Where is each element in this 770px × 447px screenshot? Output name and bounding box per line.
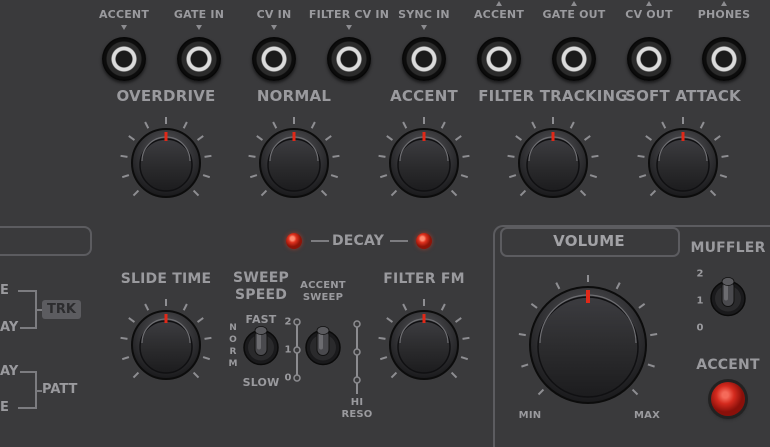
volume-label: VOLUME (553, 232, 625, 250)
input-arrow-icon (271, 25, 277, 30)
hi-reso-label-2: RESO (341, 409, 373, 420)
jack-cv-in[interactable] (252, 37, 296, 81)
input-arrow-icon (196, 25, 202, 30)
knob-label-overdrive: OVERDRIVE (116, 87, 216, 105)
decay-led-right (416, 233, 432, 249)
left-row3-label: AY (0, 364, 19, 379)
jack-label-cv-in: CV IN (256, 8, 292, 21)
accent-sweep-label-1: ACCENT (300, 280, 346, 291)
sweep-speed-label-2: SPEED (234, 287, 288, 303)
slide-time-knob[interactable] (116, 295, 216, 395)
accent-knob[interactable] (374, 113, 474, 213)
knob-label-soft-attack: SOFT ATTACK (625, 87, 741, 105)
accent-sweep-pos-0: 0 (284, 372, 292, 384)
left-row1-label: E (0, 283, 9, 298)
jack-label-filter-cv-in: FILTER CV IN (308, 8, 390, 21)
jack-sync-in[interactable] (402, 37, 446, 81)
accent-sweep-toggle[interactable] (303, 324, 343, 375)
jack-label-sync-in: SYNC IN (398, 8, 450, 21)
left-panel-box (0, 226, 92, 256)
normal-knob[interactable] (244, 113, 344, 213)
accent-button[interactable] (711, 382, 745, 416)
jack-label-gate-in: GATE IN (173, 8, 225, 21)
jack-label-phones: PHONES (697, 8, 751, 21)
jack-gate-out[interactable] (552, 37, 596, 81)
muffler-pos-0: 0 (696, 322, 704, 334)
left-row2-label: AY (0, 320, 19, 335)
jack-accent-out[interactable] (477, 37, 521, 81)
input-arrow-icon (121, 25, 127, 30)
jack-accent-in[interactable] (102, 37, 146, 81)
jack-filter-cv-in[interactable] (327, 37, 371, 81)
bracket-line (18, 407, 36, 409)
soft-attack-knob[interactable] (633, 113, 733, 213)
filter-fm-label: FILTER FM (383, 271, 465, 287)
muffler-label: MUFFLER (690, 240, 766, 256)
sweep-slow-label: SLOW (242, 376, 280, 389)
bracket-line (20, 371, 36, 373)
jack-phones[interactable] (702, 37, 746, 81)
muffler-pos-2: 2 (696, 268, 704, 280)
accent-button-label: ACCENT (696, 357, 760, 373)
knob-label-filter-tracking: FILTER TRACKING (478, 87, 628, 105)
sweep-speed-label-1: SWEEP (233, 270, 289, 286)
decay-line-left (311, 240, 329, 242)
jack-label-cv-out: CV OUT (625, 8, 673, 21)
muffler-pos-1: 1 (696, 295, 704, 307)
volume-knob[interactable] (514, 271, 662, 419)
sweep-norm-label: N O R M (228, 323, 238, 369)
filter-tracking-knob[interactable] (503, 113, 603, 213)
filter-fm-knob[interactable] (374, 295, 474, 395)
sweep-speed-toggle[interactable] (241, 324, 281, 375)
jack-label-accent-out: ACCENT (473, 8, 525, 21)
accent-sweep-label-2: SWEEP (302, 292, 344, 303)
hi-reso-label-1: HI (350, 397, 364, 408)
output-arrow-icon (721, 1, 727, 6)
output-arrow-icon (571, 1, 577, 6)
overdrive-knob[interactable] (116, 113, 216, 213)
patt-label: PATT (42, 382, 78, 397)
accent-sweep-pos-1: 1 (284, 344, 292, 356)
jack-cv-out[interactable] (627, 37, 671, 81)
decay-label: DECAY (331, 233, 385, 249)
hi-reso-scale (353, 320, 361, 394)
muffler-toggle[interactable] (708, 275, 748, 326)
slide-time-label: SLIDE TIME (120, 271, 212, 287)
left-row4-label: E (0, 400, 9, 415)
input-arrow-icon (421, 25, 427, 30)
jack-label-accent-in: ACCENT (98, 8, 150, 21)
knob-label-accent: ACCENT (390, 87, 458, 105)
decay-line-right (390, 240, 408, 242)
trk-tag: TRK (42, 300, 81, 319)
volume-min-label: MIN (518, 410, 542, 421)
decay-led-left (286, 233, 302, 249)
jack-label-gate-out: GATE OUT (542, 8, 606, 21)
volume-max-label: MAX (633, 410, 661, 421)
bracket-line (18, 290, 36, 292)
output-arrow-icon (646, 1, 652, 6)
jack-gate-in[interactable] (177, 37, 221, 81)
output-arrow-icon (496, 1, 502, 6)
accent-sweep-pos-2: 2 (284, 316, 292, 328)
bracket-line (20, 327, 36, 329)
input-arrow-icon (346, 25, 352, 30)
knob-label-normal: NORMAL (256, 87, 332, 105)
